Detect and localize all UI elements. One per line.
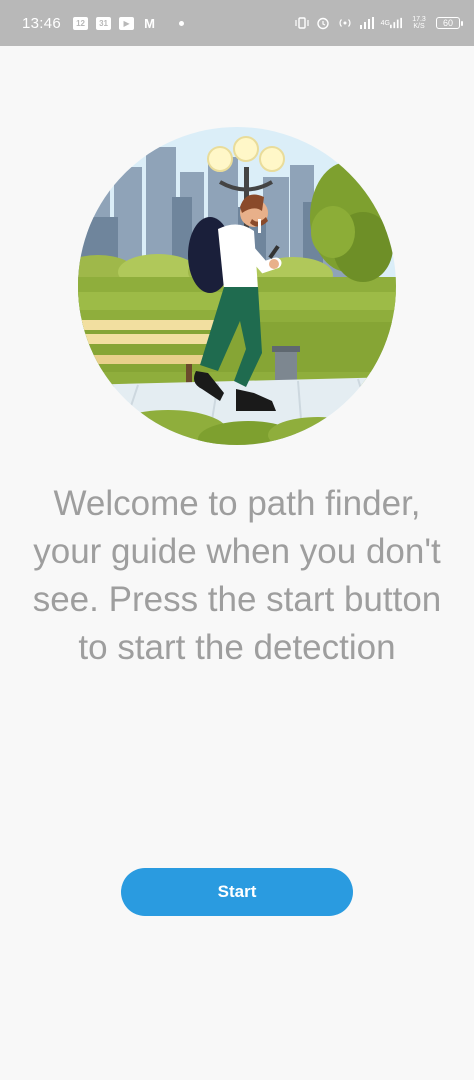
vibrate-icon <box>295 16 309 30</box>
youtube-icon: ▶ <box>119 16 135 30</box>
more-notifications-dot-icon <box>179 20 185 26</box>
network-4g-icon: 4G <box>381 17 402 29</box>
signal-icon <box>359 17 374 29</box>
person-walking-park-illustration <box>78 127 396 445</box>
battery-icon: 60 <box>436 17 463 29</box>
hotspot-icon <box>337 17 353 29</box>
status-time: 13:46 <box>22 14 62 32</box>
status-bar: 13:46 12 31 ▶ M 4G 17.3 K/S 60 <box>0 0 474 46</box>
network-speed: 17.3 K/S <box>412 16 426 30</box>
system-icons: 4G 17.3 K/S 60 <box>295 16 463 30</box>
alarm-icon <box>316 16 330 30</box>
calendar-icon: 12 <box>73 16 89 30</box>
start-button[interactable]: Start <box>121 868 353 916</box>
notification-icons: 12 31 ▶ M <box>73 15 185 31</box>
gmail-icon: M <box>144 15 155 31</box>
calendar-icon: 31 <box>96 16 112 30</box>
welcome-message: Welcome to path finder, your guide when … <box>32 484 442 667</box>
